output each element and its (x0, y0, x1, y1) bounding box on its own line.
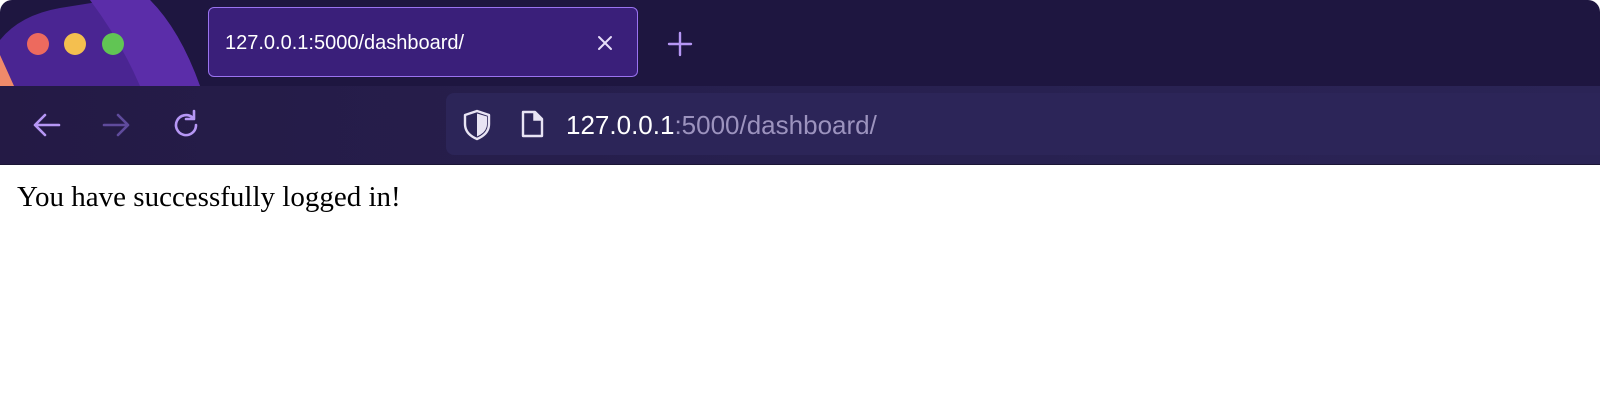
shield-icon[interactable] (462, 109, 492, 141)
close-icon[interactable] (595, 33, 615, 53)
url-path: :5000/dashboard/ (674, 110, 877, 140)
window-minimize-button[interactable] (64, 33, 86, 55)
reload-icon[interactable] (169, 108, 203, 142)
arrow-left-icon[interactable] (30, 108, 64, 142)
url-host: 127.0.0.1 (566, 110, 675, 140)
page-content: You have successfully logged in! (0, 165, 1600, 405)
window-close-button[interactable] (27, 33, 49, 55)
browser-window: 127.0.0.1:5000/dashboard/ 127.0.0.1:5000… (0, 0, 1600, 405)
navigation-toolbar: 127.0.0.1:5000/dashboard/ (0, 86, 1600, 164)
arrow-right-icon[interactable] (99, 108, 133, 142)
address-bar[interactable]: 127.0.0.1:5000/dashboard/ (446, 93, 1600, 155)
tab-strip: 127.0.0.1:5000/dashboard/ (0, 0, 1600, 86)
tab-dashboard[interactable]: 127.0.0.1:5000/dashboard/ (208, 7, 638, 77)
window-maximize-button[interactable] (102, 33, 124, 55)
plus-icon[interactable] (667, 31, 693, 57)
document-icon[interactable] (520, 110, 544, 138)
tab-title: 127.0.0.1:5000/dashboard/ (225, 32, 465, 54)
login-success-message: You have successfully logged in! (17, 181, 401, 213)
url-field[interactable]: 127.0.0.1:5000/dashboard/ (566, 110, 877, 141)
